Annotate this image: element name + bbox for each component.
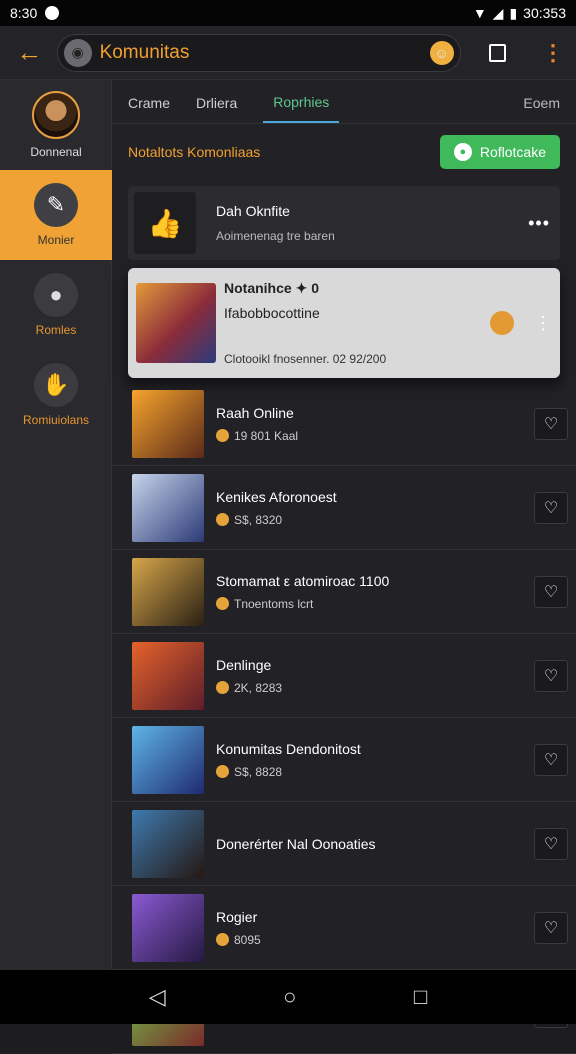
tab-eoem[interactable]: Eoem	[523, 95, 560, 123]
game-thumbnail	[136, 283, 216, 363]
app-bar: ← ◉ Komunitas ☺ ⋮	[0, 26, 576, 80]
sidebar-item-label: Romiuiolans	[23, 413, 89, 427]
coin-icon	[216, 681, 229, 694]
chat-bubble-icon: ●	[454, 143, 472, 161]
sidebar-item-monier[interactable]: ✎ Monier	[0, 170, 112, 260]
create-button[interactable]: ● Roflotcake	[440, 135, 560, 169]
game-thumbnail	[132, 474, 204, 542]
main-content: Crame Drliera Roprhies Eoem Notaltots Ko…	[112, 80, 576, 970]
sidebar-item-label: Romles	[36, 323, 77, 337]
list-item[interactable]: Stomamat ε atomiroac 1100 Tnoentoms lcrt ♡	[112, 550, 576, 634]
card-title: Dah Oknfite	[216, 203, 528, 219]
heart-icon[interactable]: ♡	[534, 576, 568, 608]
battery-icon: ▮	[509, 5, 517, 22]
heart-icon[interactable]: ♡	[534, 660, 568, 692]
game-thumbnail	[132, 810, 204, 878]
person-icon: ●	[34, 273, 78, 317]
coin-icon	[216, 429, 229, 442]
back-triangle-icon[interactable]: ◁	[149, 984, 166, 1010]
coin-icon	[216, 513, 229, 526]
heart-icon[interactable]: ♡	[534, 744, 568, 776]
tab-crame[interactable]: Crame	[128, 95, 170, 123]
tab-drliera[interactable]: Drliera	[196, 95, 237, 123]
list-item[interactable]: Kenikes Aforonoest S$, 8320 ♡	[112, 466, 576, 550]
recents-square-icon[interactable]: □	[414, 984, 427, 1010]
more-vertical-icon[interactable]: ⋮	[534, 313, 552, 334]
status-time: 8:30	[10, 5, 37, 21]
game-thumbnail	[132, 726, 204, 794]
page-title: Komunitas	[100, 42, 422, 64]
top-card[interactable]: 👍 Dah Oknfite Aoimenenag tre baren •••	[128, 186, 560, 260]
section-title: Notaltots Komonliaas	[128, 144, 260, 160]
list-item-sub: 19 801 Kaal	[234, 429, 298, 443]
tab-roprhies[interactable]: Roprhies	[263, 94, 339, 123]
community-avatar-icon: ◉	[64, 39, 92, 67]
section-header: Notaltots Komonliaas ● Roflotcake	[112, 124, 576, 180]
list-item-title: Stomamat ε atomiroac 1100	[216, 573, 534, 589]
list-item[interactable]: Rogier 8095 ♡	[112, 886, 576, 970]
chat-icon: ✎	[34, 183, 78, 227]
list-item-title: Donerérter Nal Oonoaties	[216, 836, 534, 852]
wifi-icon: ▼	[473, 5, 487, 21]
list-item-sub: S$, 8320	[234, 513, 282, 527]
puzzle-icon: ✦	[296, 280, 308, 296]
heart-icon[interactable]: ♡	[534, 408, 568, 440]
game-thumbnail	[132, 894, 204, 962]
game-thumbnail	[132, 642, 204, 710]
coin-icon	[216, 765, 229, 778]
status-clock: 30:353	[523, 5, 566, 21]
more-horizontal-icon[interactable]: •••	[528, 213, 550, 234]
heart-icon[interactable]: ♡	[534, 912, 568, 944]
list-item-title: Konumitas Dendonitost	[216, 741, 534, 757]
highlighted-card[interactable]: Notanihce ✦ 0 Ifabobbocottine Clotooikl …	[128, 268, 560, 378]
highlight-meta: Clotooikl fnosenner. 02 92/200	[224, 352, 386, 366]
list-item-title: Denlinge	[216, 657, 534, 673]
avatar	[32, 91, 80, 139]
game-thumbnail	[132, 558, 204, 626]
badge-icon	[490, 311, 514, 335]
list-item-sub: 2K, 8283	[234, 681, 282, 695]
list-item-sub: Tnoentoms lcrt	[234, 597, 313, 611]
list-item[interactable]: Raah Online 19 801 Kaal ♡	[112, 382, 576, 466]
heart-icon[interactable]: ♡	[534, 492, 568, 524]
list-item-sub: 8095	[234, 933, 261, 947]
game-thumbnail	[132, 390, 204, 458]
sidebar-item-profile[interactable]: Donnenal	[0, 80, 112, 170]
emoji-icon[interactable]: ☺	[430, 41, 454, 65]
thumbs-up-icon: 👍	[134, 192, 196, 254]
status-bar: 8:30 ▼ ◢ ▮ 30:353	[0, 0, 576, 26]
home-circle-icon[interactable]: ○	[283, 984, 296, 1010]
list-item-title: Raah Online	[216, 405, 534, 421]
sidebar-item-label: Donnenal	[30, 145, 81, 159]
sidebar-item-label: Monier	[38, 233, 75, 247]
arrow-left-icon[interactable]: ←	[12, 35, 47, 71]
community-list: Raah Online19 801 Kaal♡Kenikes Aforonoes…	[112, 382, 576, 1054]
highlight-title: Notanihce	[224, 280, 292, 296]
more-vertical-icon[interactable]: ⋮	[542, 40, 564, 66]
list-item-title: Rogier	[216, 909, 534, 925]
list-item-title: Kenikes Aforonoest	[216, 489, 534, 505]
system-nav-bar: ◁ ○ □	[0, 970, 576, 1024]
highlight-subtitle: Ifabobbocottine	[224, 305, 490, 321]
window-icon[interactable]	[489, 44, 506, 62]
sidebar-item-romiuiolans[interactable]: ✋ Romiuiolans	[0, 350, 112, 440]
coin-icon	[216, 597, 229, 610]
list-item[interactable]: Denlinge 2K, 8283 ♡	[112, 634, 576, 718]
notification-icon	[45, 6, 59, 20]
coin-icon	[216, 933, 229, 946]
signal-icon: ◢	[493, 5, 504, 22]
list-item[interactable]: Donerérter Nal Oonoaties♡	[112, 802, 576, 886]
title-pill[interactable]: ◉ Komunitas ☺	[57, 34, 461, 72]
sidebar: Donnenal ✎ Monier ● Romles ✋ Romiuiolans	[0, 80, 112, 970]
sidebar-item-romles[interactable]: ● Romles	[0, 260, 112, 350]
create-button-label: Roflotcake	[480, 144, 546, 160]
tab-bar: Crame Drliera Roprhies Eoem	[112, 80, 576, 124]
highlight-number: 0	[311, 280, 319, 296]
heart-icon[interactable]: ♡	[534, 828, 568, 860]
list-item[interactable]: Konumitas Dendonitost S$, 8828 ♡	[112, 718, 576, 802]
gesture-icon: ✋	[34, 363, 78, 407]
list-item-sub: S$, 8828	[234, 765, 282, 779]
card-subtitle: Aoimenenag tre baren	[216, 229, 528, 243]
